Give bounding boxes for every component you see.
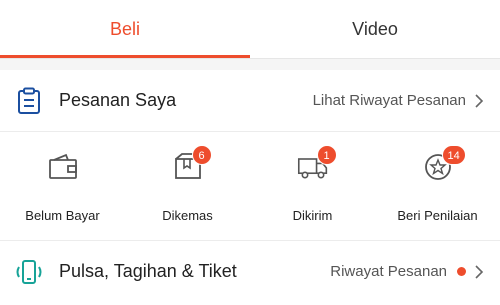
tab-video-label: Video (352, 18, 398, 39)
my-orders-row[interactable]: Pesanan Saya Lihat Riwayat Pesanan (0, 70, 500, 132)
orders-card: Pesanan Saya Lihat Riwayat Pesanan Belum… (0, 70, 500, 305)
pulsa-tagihan-tiket-title: Pulsa, Tagihan & Tiket (59, 261, 237, 281)
top-tabs: Beli Video (0, 0, 500, 58)
pulsa-tagihan-tiket-row[interactable]: Pulsa, Tagihan & Tiket Riwayat Pesanan (0, 240, 500, 302)
status-beri-penilaian[interactable]: 14 Beri Penilaian (375, 132, 500, 240)
phone-signal-icon (14, 257, 44, 287)
status-dikemas-label: Dikemas (162, 208, 213, 223)
status-belum-bayar[interactable]: Belum Bayar (0, 132, 125, 240)
status-dikirim[interactable]: 1 Dikirim (250, 132, 375, 240)
status-belum-bayar-label: Belum Bayar (25, 208, 100, 223)
status-dikirim-label: Dikirim (292, 208, 333, 223)
order-status-grid: Belum Bayar 6 Dikemas 1 Dikirim 14 Beri … (0, 132, 500, 240)
view-order-history-label: Lihat Riwayat Pesanan (312, 92, 466, 109)
status-dikemas[interactable]: 6 Dikemas (125, 132, 250, 240)
tab-beli-label: Beli (109, 18, 140, 39)
view-order-history-link[interactable]: Lihat Riwayat Pesanan (313, 92, 484, 109)
clipboard-icon (14, 86, 44, 116)
beri-penilaian-count-badge: 14 (441, 145, 466, 165)
chevron-right-icon (475, 93, 484, 108)
tab-video[interactable]: Video (250, 0, 500, 58)
wallet-icon (48, 153, 77, 179)
my-orders-title: Pesanan Saya (59, 90, 177, 110)
dikirim-count-badge: 1 (316, 145, 337, 165)
pulsa-order-history-link[interactable]: Riwayat Pesanan (330, 263, 484, 280)
status-beri-penilaian-label: Beri Penilaian (397, 208, 478, 223)
dikemas-count-badge: 6 (191, 145, 212, 165)
tabs-divider (0, 58, 500, 59)
pulsa-order-history-label: Riwayat Pesanan (330, 263, 447, 280)
tab-beli[interactable]: Beli (0, 0, 250, 58)
chevron-right-icon (475, 264, 484, 279)
notification-dot (457, 267, 466, 276)
